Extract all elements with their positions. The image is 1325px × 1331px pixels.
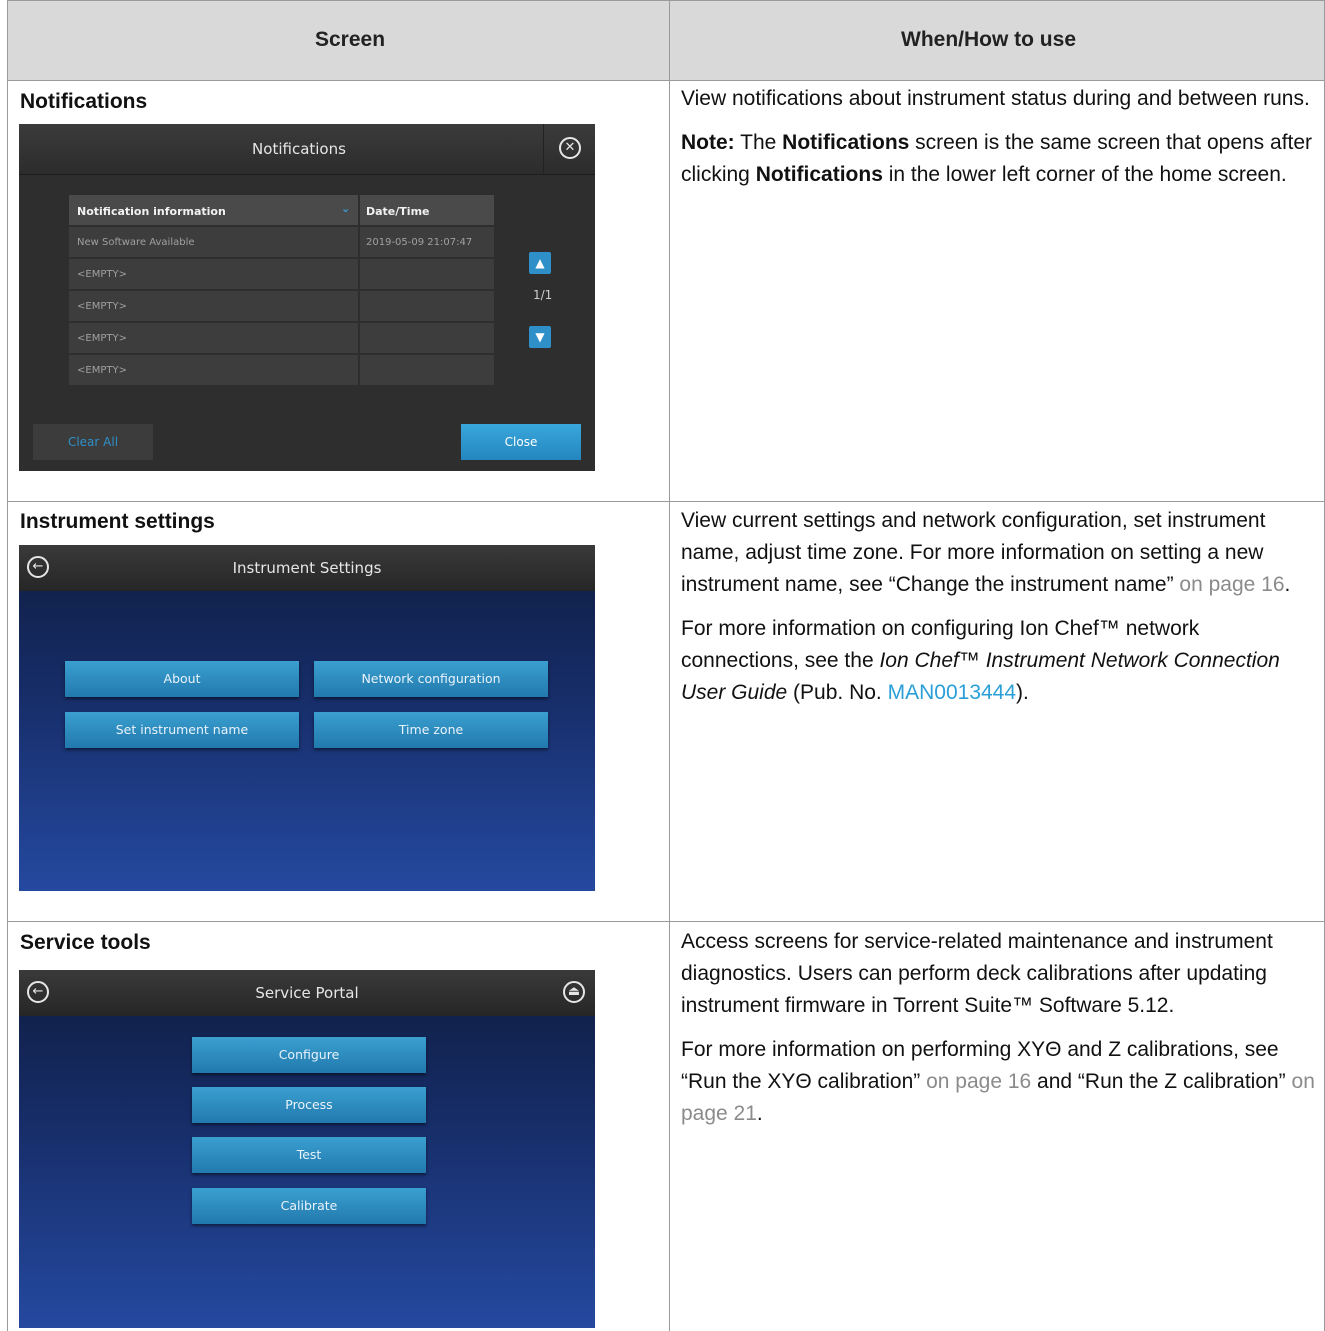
about-button[interactable]: About — [65, 661, 299, 697]
row-title-notifications: Notifications — [20, 90, 148, 113]
table-row[interactable]: <EMPTY> — [69, 323, 494, 353]
instrument-settings-screenshot: Instrument Settings ← About Network conf… — [19, 545, 595, 891]
row-title-instrument-settings: Instrument settings — [20, 510, 215, 533]
table-header: Screen When/How to use — [8, 1, 1324, 81]
table-row[interactable]: <EMPTY> — [69, 259, 494, 289]
table-row[interactable]: <EMPTY> — [69, 291, 494, 321]
configure-button[interactable]: Configure — [192, 1037, 426, 1073]
notifications-screenshot: Notifications ✕ Notification information… — [19, 124, 595, 471]
arrow-up-icon[interactable]: ▲ — [529, 252, 551, 274]
description-notifications: View notifications about instrument stat… — [681, 87, 1313, 186]
notifications-grid: Notification information ⌄ Date/Time New… — [69, 195, 494, 385]
pub-link[interactable]: MAN0013444 — [888, 681, 1016, 704]
table-row[interactable]: <EMPTY> — [69, 355, 494, 385]
eject-icon[interactable]: ⏏ — [563, 981, 585, 1003]
description-service-tools: Access screens for service-related maint… — [681, 930, 1315, 1125]
title-bar: Notifications ✕ — [19, 124, 595, 175]
test-button[interactable]: Test — [192, 1137, 426, 1173]
row-title-service-tools: Service tools — [20, 931, 151, 954]
title-bar: Instrument Settings ← — [19, 545, 595, 591]
set-instrument-name-button[interactable]: Set instrument name — [65, 712, 299, 748]
calibrate-button[interactable]: Calibrate — [192, 1188, 426, 1224]
description-instrument-settings: View current settings and network config… — [681, 509, 1291, 704]
screens-table: Screen When/How to use Notifications Not… — [7, 0, 1325, 1331]
col-date-time[interactable]: Date/Time — [366, 205, 430, 218]
screen-title: Service Portal — [255, 984, 359, 1002]
close-button[interactable]: Close — [461, 424, 581, 460]
network-configuration-button[interactable]: Network configuration — [314, 661, 548, 697]
screen-title: Instrument Settings — [232, 559, 382, 577]
title-bar: Service Portal ← ⏏ — [19, 970, 595, 1016]
service-portal-screenshot: Service Portal ← ⏏ Configure Process Tes… — [19, 970, 595, 1328]
grid-header: Notification information ⌄ Date/Time — [69, 195, 494, 225]
row-divider — [8, 501, 1324, 502]
row-divider — [8, 921, 1324, 922]
table-row[interactable]: New Software Available 2019-05-09 21:07:… — [69, 227, 494, 257]
header-screen: Screen — [315, 28, 386, 51]
header-when-how: When/How to use — [901, 28, 1076, 51]
close-circle-icon[interactable]: ✕ — [559, 137, 581, 159]
time-zone-button[interactable]: Time zone — [314, 712, 548, 748]
page-indicator: 1/1 — [533, 288, 553, 302]
chevron-down-icon[interactable]: ⌄ — [341, 202, 350, 215]
col-notification-info[interactable]: Notification information — [77, 205, 226, 218]
clear-all-button[interactable]: Clear All — [33, 424, 153, 460]
column-divider — [669, 1, 670, 1331]
back-arrow-icon[interactable]: ← — [27, 556, 49, 578]
screen-title: Notifications — [252, 140, 346, 158]
arrow-down-icon[interactable]: ▼ — [529, 326, 551, 348]
process-button[interactable]: Process — [192, 1087, 426, 1123]
back-arrow-icon[interactable]: ← — [27, 981, 49, 1003]
